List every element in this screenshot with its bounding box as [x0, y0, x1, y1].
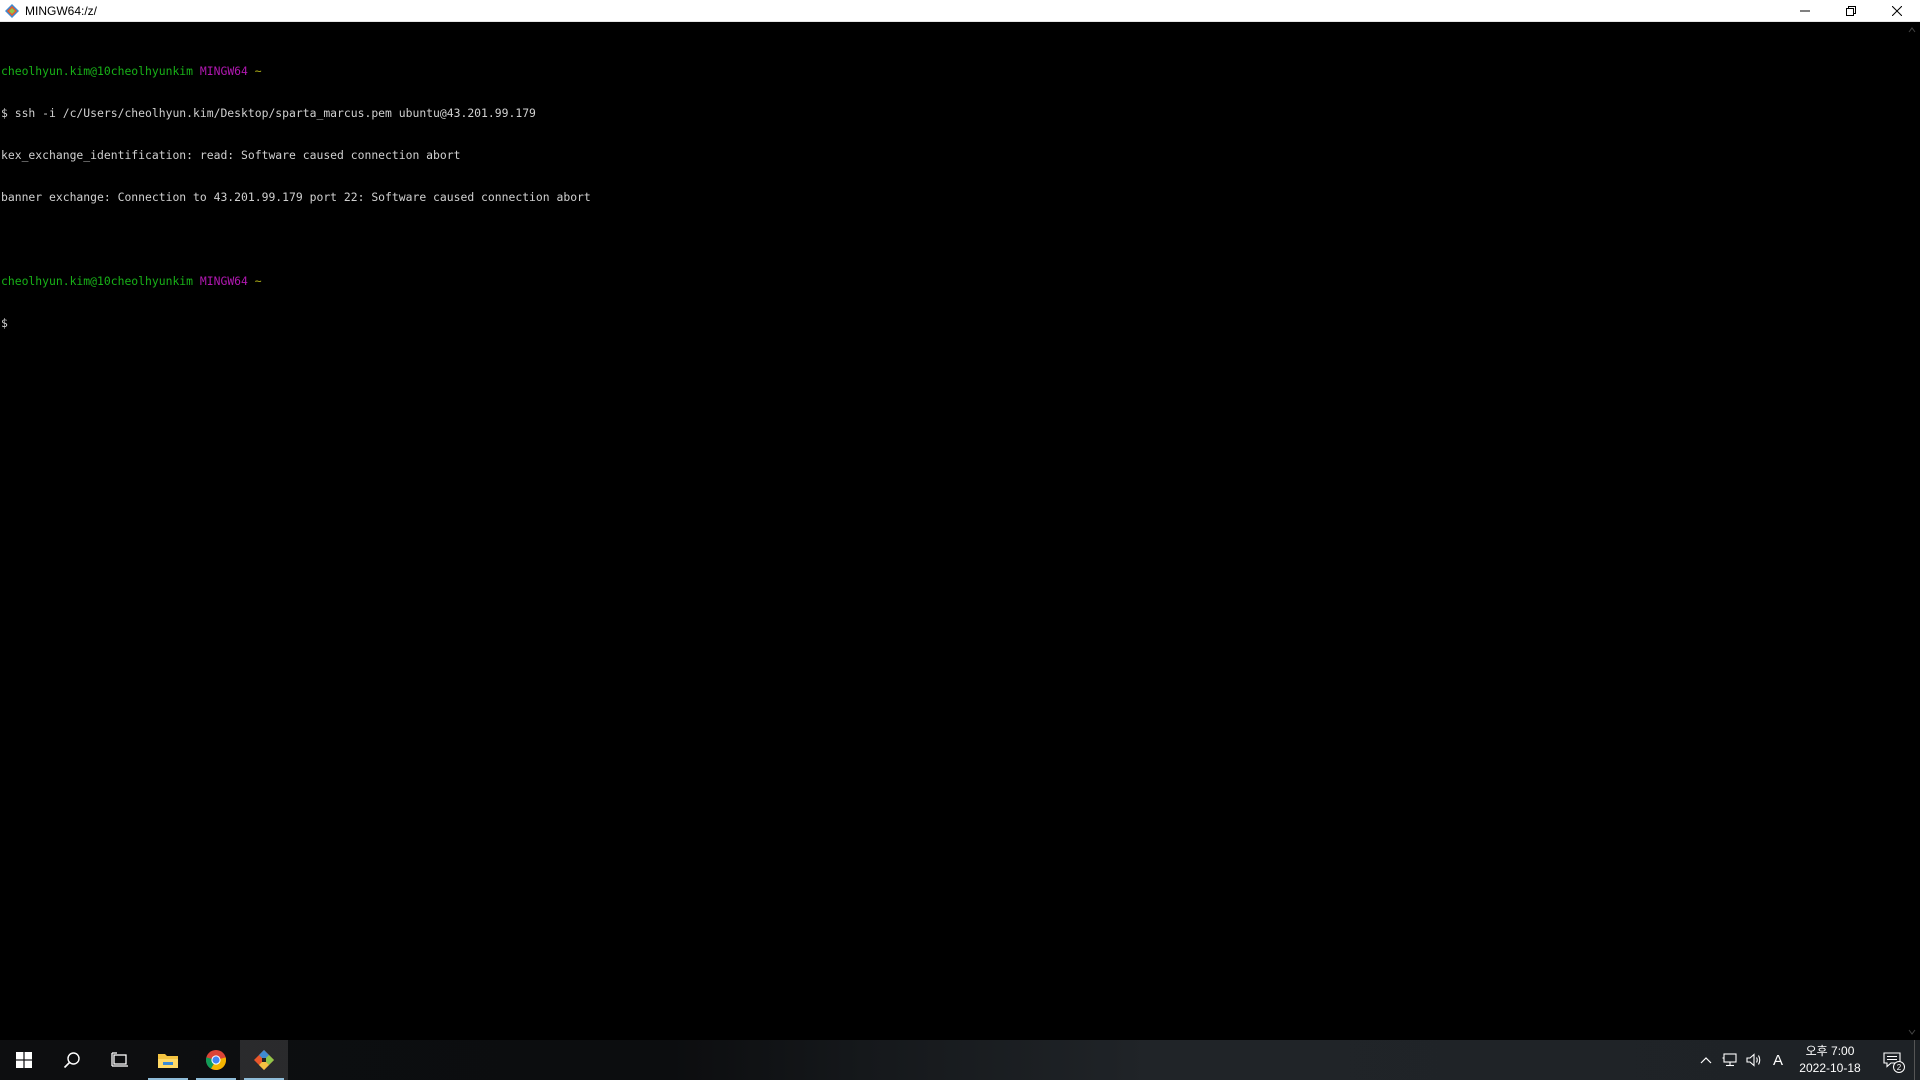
system-tray: A 오후 7:00 2022-10-18 2 [1694, 1040, 1920, 1080]
output-line: banner exchange: Connection to 43.201.99… [1, 190, 591, 204]
chrome-icon [205, 1050, 227, 1071]
clock[interactable]: 오후 7:00 2022-10-18 [1790, 1040, 1870, 1080]
show-hidden-icons-button[interactable] [1694, 1040, 1718, 1080]
prompt-user: cheolhyun.kim@10cheolhyunkim [1, 64, 194, 78]
window-controls [1782, 0, 1920, 22]
prompt-directory: ~ [254, 64, 262, 78]
network-button[interactable] [1718, 1040, 1742, 1080]
start-button[interactable] [0, 1040, 48, 1080]
close-button[interactable] [1874, 0, 1920, 22]
clock-date: 2022-10-18 [1799, 1061, 1861, 1075]
prompt-user: cheolhyun.kim@10cheolhyunkim [1, 274, 194, 288]
input-method-button[interactable]: A [1766, 1040, 1790, 1080]
show-desktop-button[interactable] [1914, 1040, 1920, 1080]
prompt-system: MINGW64 [199, 274, 248, 288]
ime-label: A [1772, 1051, 1783, 1069]
restore-button[interactable] [1828, 0, 1874, 22]
task-view-icon [111, 1052, 128, 1067]
git-bash-icon [254, 1050, 274, 1070]
vertical-scrollbar[interactable] [1904, 22, 1920, 1040]
file-explorer-button[interactable] [144, 1040, 192, 1080]
chevron-up-icon [1700, 1057, 1712, 1064]
title-bar[interactable]: MINGW64:/z/ [0, 0, 1920, 22]
scroll-up-icon[interactable] [1908, 26, 1916, 34]
volume-button[interactable] [1742, 1040, 1766, 1080]
restore-icon [1846, 6, 1856, 16]
terminal-output[interactable]: cheolhyun.kim@10cheolhyunkim MINGW64 ~ $… [0, 22, 1904, 1040]
prompt-line: cheolhyun.kim@10cheolhyunkim MINGW64 ~ [1, 64, 1904, 78]
git-bash-icon [3, 2, 21, 20]
prompt-system: MINGW64 [199, 64, 248, 78]
minimize-icon [1800, 10, 1810, 12]
file-explorer-icon [158, 1054, 178, 1068]
clock-time: 오후 7:00 [1805, 1044, 1855, 1058]
taskbar: A 오후 7:00 2022-10-18 2 [0, 1040, 1920, 1080]
git-bash-taskbar-button[interactable] [240, 1040, 288, 1080]
chrome-button[interactable] [192, 1040, 240, 1080]
task-view-button[interactable] [96, 1040, 144, 1080]
window-title: MINGW64:/z/ [25, 3, 98, 18]
close-icon [1892, 6, 1902, 16]
speaker-icon [1746, 1053, 1761, 1067]
minimize-button[interactable] [1782, 0, 1828, 22]
action-center-button[interactable]: 2 [1870, 1040, 1914, 1080]
command-line: $ ssh -i /c/Users/cheolhyun.kim/Desktop/… [1, 106, 536, 120]
scroll-down-icon[interactable] [1908, 1028, 1916, 1036]
search-button[interactable] [48, 1040, 96, 1080]
notification-count-badge: 2 [1893, 1061, 1905, 1073]
prompt-line: cheolhyun.kim@10cheolhyunkim MINGW64 ~ [1, 274, 1904, 288]
start-icon [16, 1052, 32, 1068]
output-line: kex_exchange_identification: read: Softw… [1, 148, 461, 162]
network-icon [1722, 1053, 1737, 1067]
search-icon [63, 1052, 80, 1069]
input-line[interactable]: $ [1, 316, 1904, 330]
prompt-directory: ~ [254, 274, 262, 288]
